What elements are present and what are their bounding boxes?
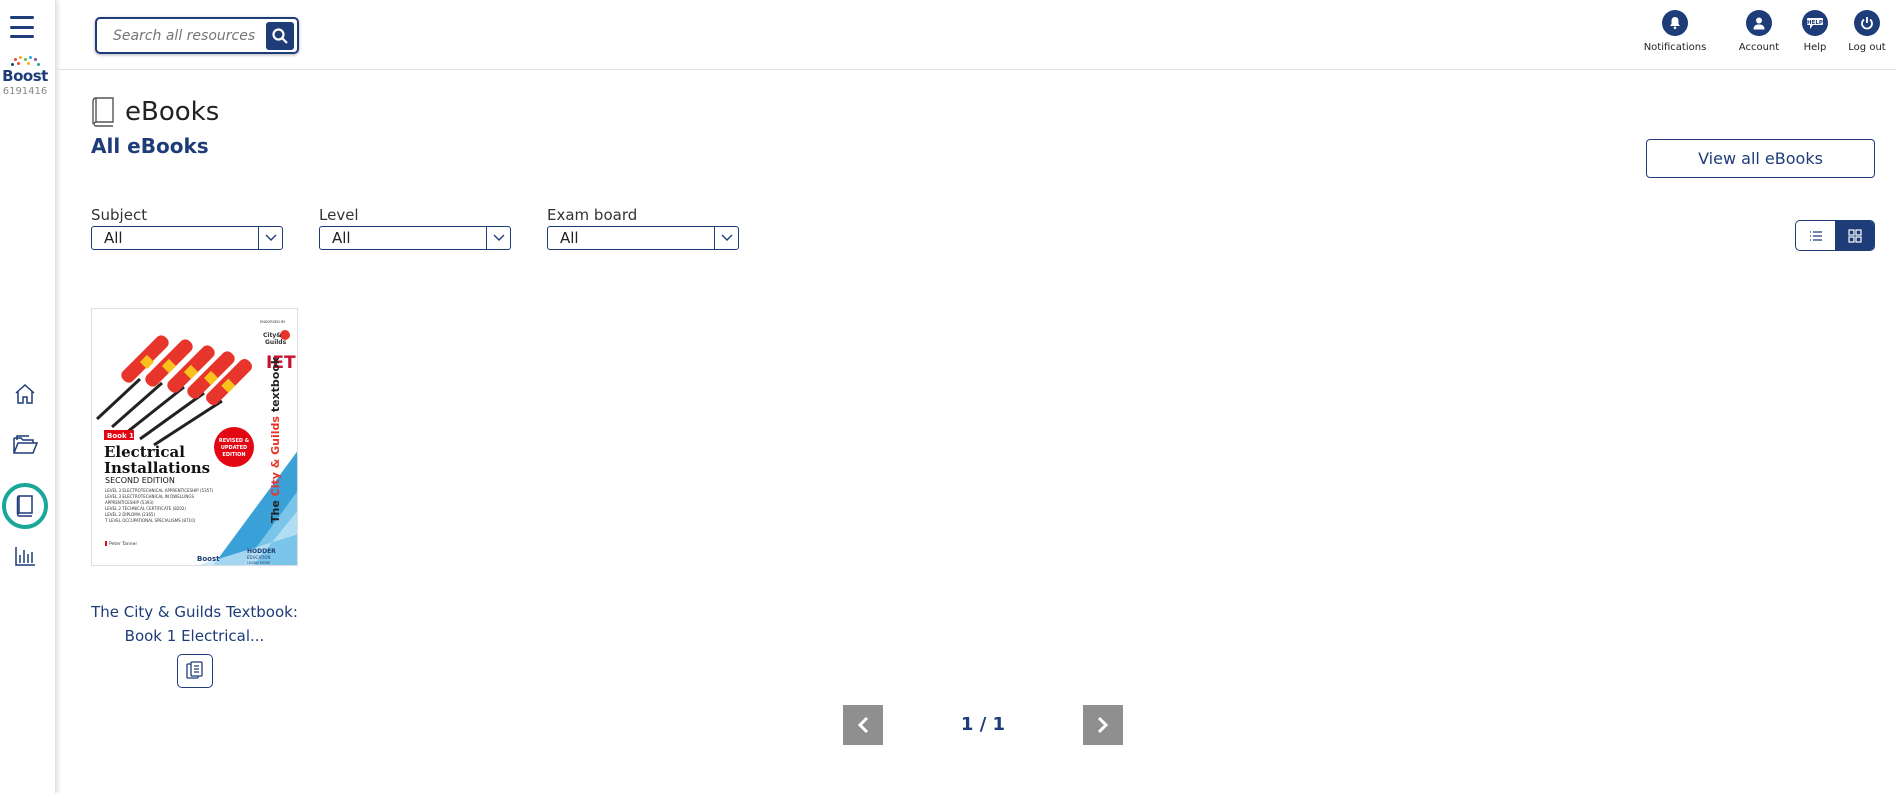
svg-text:Peter Tanner: Peter Tanner bbox=[109, 541, 137, 547]
next-page-button[interactable] bbox=[1083, 705, 1123, 745]
help-label: Help bbox=[1803, 42, 1827, 53]
ebook-cover[interactable]: ENDORSED BY City& Guilds IET The City & … bbox=[91, 308, 298, 566]
search-box bbox=[95, 17, 299, 54]
svg-text:Book 1: Book 1 bbox=[107, 432, 134, 440]
account-label: Account bbox=[1738, 42, 1780, 53]
svg-text:SECOND EDITION: SECOND EDITION bbox=[105, 476, 175, 485]
svg-text:LEVEL 3 ELECTROTECHNICAL APPRE: LEVEL 3 ELECTROTECHNICAL APPRENTICESHIP … bbox=[105, 488, 214, 493]
book-icon[interactable] bbox=[0, 486, 50, 526]
svg-text:EDUCATION: EDUCATION bbox=[247, 555, 271, 560]
exam-board-select-value: All bbox=[560, 229, 579, 247]
notifications-button[interactable]: Notifications bbox=[1639, 10, 1711, 53]
level-select[interactable]: All bbox=[319, 226, 511, 250]
svg-text:LEVEL 2 TECHNICAL CERTIFICATE: LEVEL 2 TECHNICAL CERTIFICATE (8202) bbox=[105, 506, 186, 511]
svg-text:Installations: Installations bbox=[104, 459, 210, 477]
pagination: 1 / 1 bbox=[843, 705, 1123, 745]
chevron-down-icon bbox=[714, 227, 738, 249]
page-indicator: 1 / 1 bbox=[960, 714, 1006, 735]
svg-text:APPRENTICESHIP (5393): APPRENTICESHIP (5393) bbox=[105, 500, 154, 505]
copy-link-button[interactable] bbox=[176, 654, 213, 688]
ebook-cover-art: ENDORSED BY City& Guilds IET The City & … bbox=[92, 309, 297, 565]
exam-board-filter-label: Exam board bbox=[547, 206, 638, 224]
level-filter-label: Level bbox=[319, 206, 359, 224]
search-button[interactable] bbox=[266, 22, 294, 50]
list-view-icon[interactable] bbox=[1796, 221, 1835, 250]
logo-dots bbox=[0, 56, 50, 68]
sidebar: Boost 6191416 bbox=[0, 0, 56, 793]
boost-logo[interactable]: Boost 6191416 bbox=[0, 56, 50, 97]
view-all-ebooks-button[interactable]: View all eBooks bbox=[1646, 139, 1875, 178]
view-toggle bbox=[1795, 220, 1875, 251]
svg-text:HELP: HELP bbox=[1807, 20, 1823, 26]
ebook-icon bbox=[92, 97, 114, 127]
logout-button[interactable]: Log out bbox=[1842, 10, 1892, 53]
bell-icon bbox=[1662, 10, 1688, 36]
chart-icon[interactable] bbox=[0, 536, 50, 576]
ebook-title-line-1: The City & Guilds Textbook: bbox=[91, 603, 298, 621]
svg-text:The City & Guilds textbook: The City & Guilds textbook bbox=[269, 356, 282, 523]
ebook-title-line-2: Book 1 Electrical... bbox=[124, 627, 265, 645]
svg-text:Guilds: Guilds bbox=[265, 339, 287, 346]
subject-select-value: All bbox=[104, 229, 123, 247]
level-select-value: All bbox=[332, 229, 351, 247]
exam-board-select[interactable]: All bbox=[547, 226, 739, 250]
chevron-down-icon bbox=[486, 227, 510, 249]
svg-text:T LEVEL OCCUPATIONAL SPECIALIS: T LEVEL OCCUPATIONAL SPECIALISMS (8710) bbox=[104, 518, 196, 523]
svg-text:ENDORSED BY: ENDORSED BY bbox=[260, 320, 286, 324]
subject-filter: Subject All bbox=[91, 206, 283, 250]
svg-text:City&: City& bbox=[263, 332, 281, 339]
exam-board-filter: Exam board All bbox=[547, 206, 739, 250]
subject-select[interactable]: All bbox=[91, 226, 283, 250]
top-actions: Notifications Account HELP Help Log out bbox=[1639, 10, 1896, 53]
svg-text:LEVEL 2 DIPLOMA (2365): LEVEL 2 DIPLOMA (2365) bbox=[105, 512, 155, 517]
help-icon: HELP bbox=[1802, 10, 1828, 36]
logout-label: Log out bbox=[1848, 42, 1886, 53]
page-heading: eBooks bbox=[91, 96, 1896, 128]
main-content: eBooks All eBooks View all eBooks Subjec… bbox=[91, 96, 1896, 688]
folder-icon[interactable] bbox=[0, 424, 50, 464]
grid-view-icon[interactable] bbox=[1835, 221, 1874, 250]
svg-text:EDITION: EDITION bbox=[222, 452, 245, 458]
user-icon bbox=[1746, 10, 1772, 36]
top-bar: Notifications Account HELP Help Log out bbox=[57, 0, 1896, 70]
page-subtitle: All eBooks bbox=[91, 134, 209, 158]
ebook-title-link[interactable]: The City & Guilds Textbook: Book 1 Elect… bbox=[91, 600, 298, 648]
search-icon bbox=[272, 28, 288, 44]
help-button[interactable]: HELP Help bbox=[1797, 10, 1833, 53]
notifications-label: Notifications bbox=[1643, 42, 1707, 53]
svg-text:UPDATED: UPDATED bbox=[221, 445, 247, 451]
subject-filter-label: Subject bbox=[91, 206, 148, 224]
home-icon[interactable] bbox=[0, 374, 50, 414]
filters: Subject All Level All Exam board All bbox=[91, 206, 775, 250]
chevron-right-icon bbox=[1097, 716, 1109, 734]
account-id: 6191416 bbox=[2, 86, 48, 97]
account-button[interactable]: Account bbox=[1732, 10, 1786, 53]
svg-text:REVISED &: REVISED & bbox=[219, 438, 250, 444]
logo-text: Boost bbox=[2, 67, 48, 85]
svg-text:LEARN MORE: LEARN MORE bbox=[247, 561, 270, 565]
svg-text:Boost: Boost bbox=[197, 555, 220, 563]
power-icon bbox=[1854, 10, 1880, 36]
svg-text:LEVEL 3 ELECTROTECHNICAL IN DW: LEVEL 3 ELECTROTECHNICAL IN DWELLINGS bbox=[105, 494, 194, 499]
ebook-card: ENDORSED BY City& Guilds IET The City & … bbox=[91, 308, 298, 688]
svg-text:HODDER: HODDER bbox=[247, 548, 276, 555]
search-input[interactable] bbox=[113, 27, 263, 44]
level-filter: Level All bbox=[319, 206, 511, 250]
chevron-down-icon bbox=[258, 227, 282, 249]
page-title: eBooks bbox=[125, 97, 220, 127]
copy-icon bbox=[185, 661, 203, 679]
hamburger-menu-icon[interactable] bbox=[10, 16, 34, 38]
